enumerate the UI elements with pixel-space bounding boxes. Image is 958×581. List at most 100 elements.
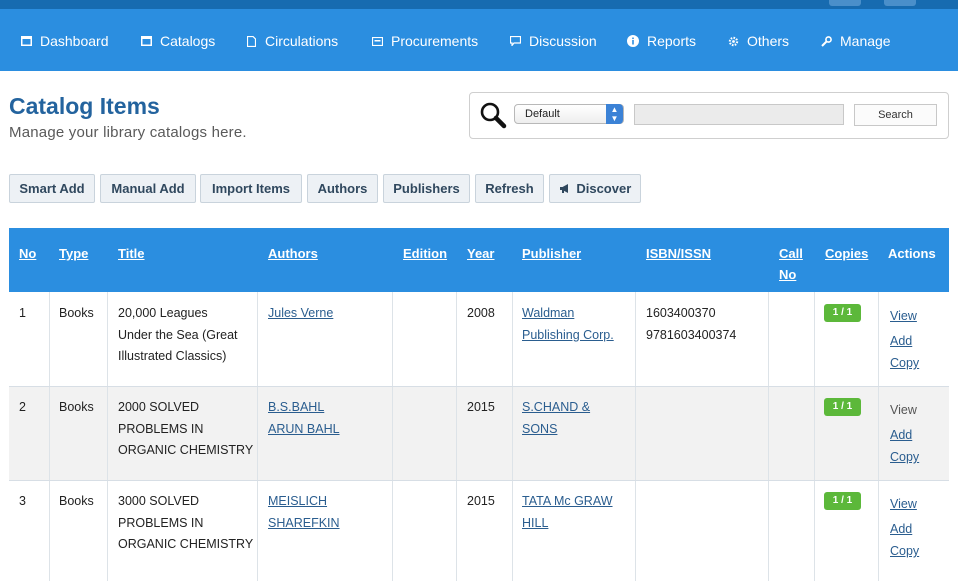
title-line: PROBLEMS IN [118,515,204,530]
cell-title: 3000 SOLVED PROBLEMS IN ORGANIC CHEMISTR… [118,491,253,556]
column-header-copies[interactable]: Copies [825,243,868,264]
search-field-select[interactable]: Default ▲ ▼ [514,104,624,124]
cell-isbn: 1603400370 9781603400374 [646,303,736,346]
cell-title: 2000 SOLVED PROBLEMS IN ORGANIC CHEMISTR… [118,397,253,462]
refresh-button[interactable]: Refresh [475,174,544,203]
column-header-isbn[interactable]: ISBN/ISSN [646,243,711,264]
wrench-icon [820,35,832,47]
nav-item-manage[interactable]: Manage [820,31,891,51]
add-copy-link-line2: Copy [890,356,920,370]
top-strip-button[interactable] [884,0,916,6]
add-copy-link-line2: Copy [890,544,920,558]
publisher-link[interactable]: Waldman [522,303,614,325]
add-copy-link[interactable]: Add Copy [890,424,919,468]
author-link[interactable]: B.S.BAHL [268,397,340,419]
column-header-call-no-line2: No [779,267,797,282]
cell-no: 1 [19,306,26,320]
top-strip-button[interactable] [829,0,861,6]
nav-item-label: Dashboard [40,33,109,49]
gear-icon [727,35,739,47]
nav-item-label: Others [747,33,790,49]
cell-actions: View Add Copy [890,493,919,562]
author-link[interactable]: ARUN BAHL [268,419,340,441]
nav-item-others[interactable]: Others [727,31,789,51]
publisher-link[interactable]: Publishing Corp. [522,325,614,347]
column-header-no[interactable]: No [19,243,36,264]
cell-authors: B.S.BAHL ARUN BAHL [268,397,340,440]
column-header-type[interactable]: Type [59,243,88,264]
nav-item-label: Discussion [529,33,597,49]
search-button[interactable]: Search [854,104,937,126]
copies-badge: 1 / 1 [824,492,861,510]
dashboard-icon [20,35,32,47]
column-header-edition[interactable]: Edition [403,243,447,264]
procurements-icon [371,35,383,47]
title-line: PROBLEMS IN [118,421,204,436]
search-icon [479,101,507,129]
author-link[interactable]: MEISLICH [268,491,340,513]
column-header-actions: Actions [888,246,936,261]
cell-no: 2 [19,400,26,414]
nav-item-procurements[interactable]: Procurements [371,31,478,51]
cell-year: 2008 [467,306,495,320]
column-header-year[interactable]: Year [467,243,494,264]
nav-item-reports[interactable]: Reports [627,31,696,51]
chevron-updown-icon: ▲ ▼ [606,104,623,124]
cell-type: Books [59,494,94,508]
isbn-value: 1603400370 [646,306,716,320]
nav-item-catalogs[interactable]: Catalogs [140,31,215,51]
smart-add-button[interactable]: Smart Add [9,174,95,203]
copies-badge: 1 / 1 [824,398,861,416]
cell-year: 2015 [467,494,495,508]
nav-item-circulations[interactable]: Circulations [245,31,338,51]
add-copy-link[interactable]: Add Copy [890,518,919,562]
publisher-link[interactable]: SONS [522,419,590,441]
catalogs-icon [140,35,152,47]
nav-item-discussion[interactable]: Discussion [509,31,597,51]
column-header-title[interactable]: Title [118,243,145,264]
publisher-link[interactable]: HILL [522,513,613,535]
copies-badge: 1 / 1 [824,304,861,322]
column-header-call-no[interactable]: Call No [779,243,803,285]
add-copy-link[interactable]: Add Copy [890,330,919,374]
cell-publisher: TATA Mc GRAW HILL [522,491,613,534]
title-line: Illustrated Classics) [118,349,227,363]
title-line: Under the Sea (Great [118,327,238,342]
title-line: ORGANIC CHEMISTRY [118,443,254,457]
column-header-call-no-line1: Call [779,246,803,261]
cell-no: 3 [19,494,26,508]
view-link[interactable]: View [890,493,919,515]
publisher-link[interactable]: S.CHAND & [522,397,590,419]
authors-button[interactable]: Authors [307,174,378,203]
nav-item-label: Catalogs [160,33,216,49]
manual-add-button[interactable]: Manual Add [100,174,196,203]
publisher-link[interactable]: TATA Mc GRAW [522,491,613,513]
title-line: ORGANIC CHEMISTRY [118,537,254,551]
page-title: Catalog Items [9,93,160,119]
top-strip [0,0,958,9]
view-link[interactable]: View [890,305,919,327]
discover-button[interactable]: Discover [549,174,641,203]
publishers-button[interactable]: Publishers [383,174,470,203]
add-copy-link-line1: Add [890,428,913,442]
import-items-button[interactable]: Import Items [200,174,302,203]
author-link[interactable]: SHAREFKIN [268,513,340,535]
circulations-icon [245,35,257,47]
table-row: 1 Books 20,000 Leagues Under the Sea (Gr… [9,292,949,387]
add-copy-link-line2: Copy [890,450,920,464]
table-row: 3 Books 3000 SOLVED PROBLEMS IN ORGANIC … [9,481,949,581]
column-header-authors[interactable]: Authors [268,243,318,264]
title-line: 3000 SOLVED [118,494,200,508]
cell-authors: MEISLICH SHAREFKIN [268,491,340,534]
column-header-publisher[interactable]: Publisher [522,243,581,264]
cell-year: 2015 [467,400,495,414]
cell-authors: Jules Verne [268,303,333,325]
add-copy-link-line1: Add [890,522,913,536]
view-link[interactable]: View [890,399,919,421]
nav-item-dashboard[interactable]: Dashboard [20,31,109,51]
search-input[interactable] [634,104,844,125]
table-header: No Type Title Authors Edition Year Publi… [9,228,949,292]
author-link[interactable]: Jules Verne [268,303,333,325]
cell-actions: View Add Copy [890,305,919,374]
nav-item-label: Procurements [391,33,479,49]
